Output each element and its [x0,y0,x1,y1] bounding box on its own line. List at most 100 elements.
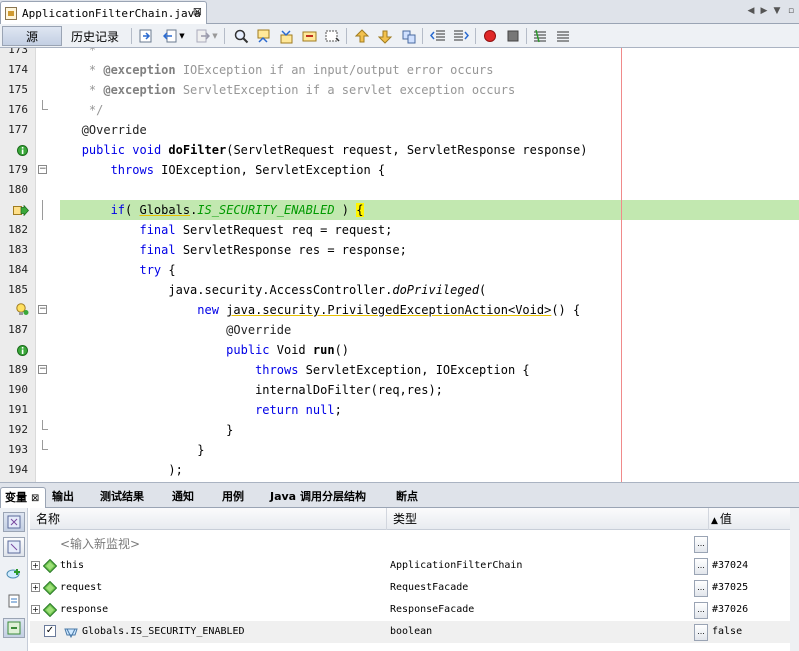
code-line[interactable]: 177 @Override [0,120,799,140]
edit-type-button[interactable]: ... [694,602,708,619]
previous-bookmark-icon[interactable] [354,28,370,44]
code-text[interactable]: */ [60,100,622,120]
bottom-tab[interactable]: 用例 [218,487,264,508]
code-line[interactable]: 189 − throws ServletException, IOExceptio… [0,360,799,380]
variable-value[interactable]: false [712,621,792,643]
new-watch-row[interactable]: <输入新监视> ... [30,533,799,555]
fold-collapse-icon[interactable]: − [38,365,47,374]
variable-value[interactable]: #37025 [712,577,792,599]
variable-value[interactable]: #37026 [712,599,792,621]
new-watch-icon[interactable] [3,564,25,584]
shift-left-icon[interactable] [430,28,446,44]
variable-row[interactable]: + request RequestFacade... #37025 [30,577,799,599]
code-text[interactable]: return null; [60,400,622,420]
code-text[interactable]: * @exception IOException if an input/out… [60,60,622,80]
code-editor[interactable]: 173 * 174 * @exception IOException if an … [0,48,799,482]
expand-node-icon[interactable]: + [31,583,40,592]
code-line[interactable]: 176 */ [0,100,799,120]
code-line[interactable]: 179 − throws IOException, ServletExceptio… [0,160,799,180]
last-edit-icon[interactable] [138,28,154,44]
variables-scrollbar[interactable] [790,508,799,651]
code-text[interactable]: } [60,420,622,440]
maximize-window-icon[interactable]: ▫ [785,4,797,18]
bottom-tab[interactable]: 输出 [48,487,94,508]
code-text[interactable]: if( Globals.IS_SECURITY_ENABLED ) { [60,200,622,220]
code-text[interactable] [60,180,622,200]
code-line[interactable]: 192 } [0,420,799,440]
code-text[interactable]: java.security.AccessController.doPrivile… [60,280,622,300]
bottom-tab[interactable]: 测试结果 [96,487,166,508]
history-button[interactable]: 历史记录 [64,26,126,46]
close-tab-icon[interactable]: ⊠ [193,5,202,18]
lightbulb-hint-icon[interactable] [15,303,29,316]
bottom-tab[interactable]: 通知 [168,487,216,508]
code-line[interactable]: 185 java.security.AccessController.doPri… [0,280,799,300]
code-text[interactable]: try { [60,260,622,280]
source-button[interactable]: 源 [2,26,62,46]
code-line[interactable]: 187 @Override [0,320,799,340]
code-line[interactable]: 184 try { [0,260,799,280]
bottom-tab[interactable]: 变量 ⊠ [0,487,46,508]
implements-method-icon[interactable] [17,145,28,156]
uncomment-icon[interactable] [556,28,572,44]
column-header-value-wrap[interactable]: ▲ 值 [709,508,799,530]
code-line[interactable]: − new java.security.PrivilegedExceptionA… [0,300,799,320]
code-text[interactable]: public Void run() [60,340,622,360]
edit-type-button[interactable]: ... [694,624,708,641]
code-text[interactable]: * [60,48,622,60]
stop-macro-recording-icon[interactable] [505,28,521,44]
code-line[interactable]: 182 final ServletRequest req = request; [0,220,799,240]
expand-node-icon[interactable]: + [31,561,40,570]
code-line[interactable]: 191 return null; [0,400,799,420]
code-text[interactable]: @Override [60,320,622,340]
code-line[interactable]: 194 ); [0,460,799,480]
variable-row[interactable]: + response ResponseFacade... #37026 [30,599,799,621]
implements-method-icon[interactable] [17,345,28,356]
code-line[interactable]: 193 } [0,440,799,460]
toggle-highlight-search-icon[interactable] [325,28,341,44]
show-variables-icon[interactable] [3,512,25,532]
code-text[interactable]: * @exception ServletException if a servl… [60,80,622,100]
toggle-bookmark-icon[interactable] [400,28,416,44]
start-macro-recording-icon[interactable] [482,28,498,44]
evaluate-expression-icon[interactable] [3,591,25,611]
show-opened-documents-icon[interactable]: ▼ [771,4,783,18]
find-icon[interactable] [233,28,249,44]
bottom-tab[interactable]: 断点 [392,487,432,508]
code-text[interactable]: public void doFilter(ServletRequest requ… [60,140,622,160]
new-watch-placeholder[interactable]: <输入新监视> [60,533,380,555]
find-previous-icon[interactable] [256,28,272,44]
forward-dropdown-icon[interactable]: ▼ [211,28,219,44]
variable-row[interactable]: ✓ Globals.IS_SECURITY_ENABLED boolean... fa… [30,621,799,643]
show-static-icon[interactable] [3,618,25,638]
find-selection-icon[interactable] [302,28,318,44]
code-text[interactable]: ); [60,460,622,480]
code-text[interactable]: @Override [60,120,622,140]
code-line[interactable]: public void doFilter(ServletRequest requ… [0,140,799,160]
code-text[interactable]: new java.security.PrivilegedExceptionAct… [60,300,622,320]
bottom-tab[interactable]: Java 调用分层结构 [266,487,390,508]
code-line[interactable]: public Void run() [0,340,799,360]
code-line[interactable]: 190 internalDoFilter(req,res); [0,380,799,400]
code-line[interactable]: 183 final ServletResponse res = response… [0,240,799,260]
code-line[interactable]: 173 * [0,48,799,60]
edit-type-button[interactable]: ... [694,580,708,597]
code-line[interactable]: 174 * @exception IOException if an input… [0,60,799,80]
code-text[interactable]: final ServletRequest req = request; [60,220,622,240]
watch-enabled-checkbox[interactable]: ✓ [44,625,56,637]
fold-collapse-icon[interactable]: − [38,165,47,174]
scroll-tabs-left-icon[interactable]: ◀ [745,4,757,18]
fold-collapse-icon[interactable]: − [38,305,47,314]
expand-node-icon[interactable]: + [31,605,40,614]
variable-row[interactable]: + this ApplicationFilterChain... #37024 [30,555,799,577]
code-text[interactable]: throws ServletException, IOException { [60,360,622,380]
variable-value[interactable]: #37024 [712,555,792,577]
code-text[interactable]: throws IOException, ServletException { [60,160,622,180]
back-icon[interactable] [162,28,178,44]
code-line[interactable]: 175 * @exception ServletException if a s… [0,80,799,100]
forward-icon[interactable] [195,28,211,44]
new-watch-edit-button[interactable]: ... [694,536,708,553]
column-header-name[interactable]: 名称 [30,508,387,530]
file-tab[interactable]: ApplicationFilterChain.java ⊠ [0,1,207,24]
current-execution-line-icon[interactable] [13,204,29,217]
